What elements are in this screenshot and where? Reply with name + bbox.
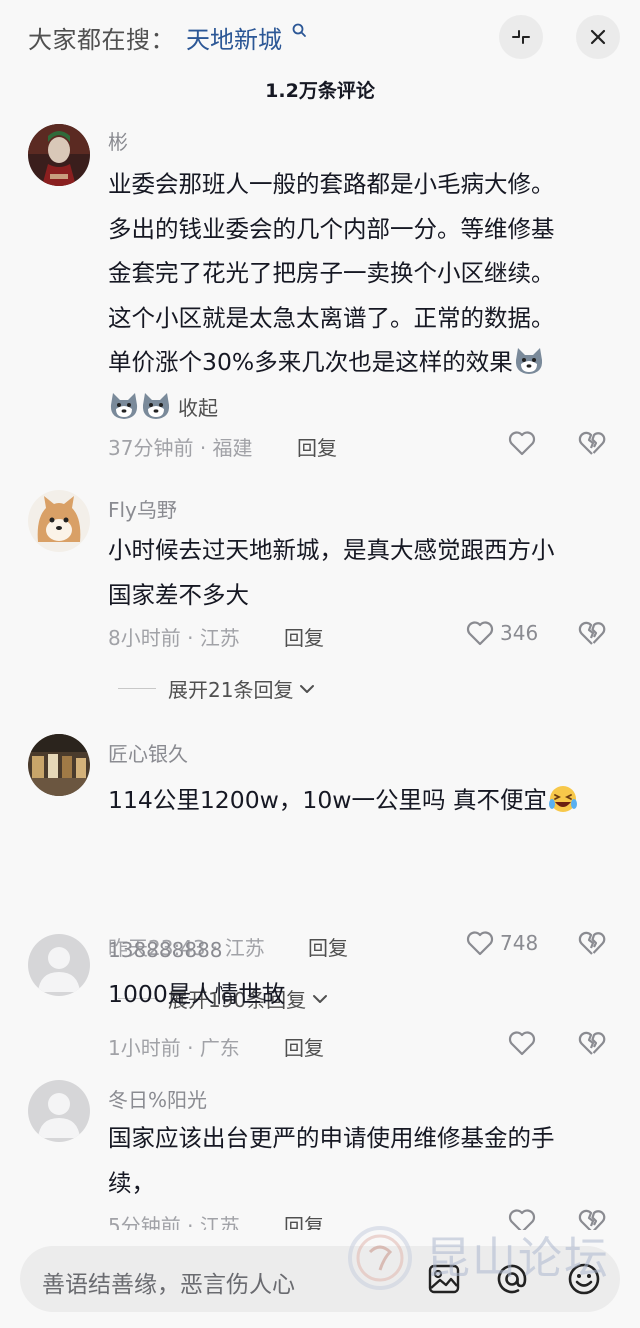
like-button[interactable]: 748 (466, 930, 538, 956)
reply-button[interactable]: 回复 (297, 432, 337, 461)
like-count: 748 (500, 931, 539, 955)
reply-button[interactable]: 回复 (284, 1032, 324, 1061)
avatar[interactable] (28, 124, 90, 186)
avatar[interactable] (28, 490, 90, 552)
comment-input-bar: 善语结善缘，恶言伤人心 (0, 1230, 640, 1328)
comment-meta: 37分钟前 · 福建 (108, 436, 253, 460)
broken-heart-icon (578, 621, 606, 645)
heart-icon (466, 621, 494, 646)
husky-emoji-icon (110, 392, 138, 419)
close-icon (590, 29, 606, 45)
husky-emoji-icon (515, 348, 542, 374)
heart-icon (508, 431, 536, 456)
chevron-down-icon (300, 684, 315, 693)
comment-time: 37分钟前 (108, 436, 194, 460)
dislike-button[interactable] (578, 430, 606, 460)
like-button[interactable] (508, 430, 536, 456)
like-count: 346 (500, 621, 539, 645)
divider (118, 688, 156, 689)
broken-heart-icon (578, 431, 606, 455)
comment-time: 8小时前 (108, 626, 181, 650)
broken-heart-icon (578, 1031, 606, 1055)
broken-heart-icon (578, 931, 606, 955)
comment-location: 广东 (199, 1036, 240, 1060)
collapse-button[interactable] (499, 15, 543, 59)
at-icon[interactable] (492, 1259, 532, 1299)
search-suggestion-prefix: 大家都在搜： (28, 26, 175, 54)
reply-button[interactable]: 回复 (308, 932, 348, 961)
heart-icon (466, 931, 494, 956)
like-button[interactable]: 346 (466, 620, 538, 646)
comment-location: 江苏 (199, 626, 240, 650)
comment-username[interactable]: Fly乌野 (108, 494, 177, 523)
comment-meta: 1小时前 · 广东 (108, 1036, 240, 1060)
expand-replies-button[interactable]: 展开21条回复 (118, 674, 317, 703)
avatar[interactable] (28, 734, 90, 796)
collapse-text-button[interactable]: 收起 (178, 396, 218, 420)
dislike-button[interactable] (578, 1030, 606, 1060)
heart-icon (508, 1031, 536, 1056)
comment-username[interactable]: 匠心银久 (108, 738, 188, 767)
comment-location: 江苏 (224, 936, 265, 960)
search-suggestion-bar[interactable]: 大家都在搜： 天地新城 (0, 0, 640, 72)
collapse-icon (512, 30, 530, 44)
avatar[interactable] (28, 1080, 90, 1142)
comment-text: 114公里1200w，10w一公里吗 真不便宜 (108, 778, 608, 823)
image-icon[interactable] (424, 1259, 464, 1299)
comment-username[interactable]: 冬日%阳光 (108, 1084, 207, 1113)
comment-meta: 8小时前 · 江苏 (108, 626, 240, 650)
like-button[interactable] (508, 1030, 536, 1056)
comment-username[interactable]: 彬 (108, 126, 128, 155)
comment-count: 1.2万条评论 (265, 80, 375, 102)
husky-emoji-icon (142, 392, 170, 419)
close-button[interactable] (576, 15, 620, 59)
comment-text: 1000是人情世故 (108, 980, 286, 1008)
search-suggestion-term[interactable]: 天地新城 (186, 20, 282, 55)
laughing-emoji-icon (548, 786, 577, 812)
comment-input[interactable]: 善语结善缘，恶言伤人心 (20, 1246, 620, 1312)
comment-time: 1小时前 (108, 1036, 181, 1060)
emoji-icon[interactable] (564, 1259, 604, 1299)
avatar[interactable] (28, 934, 90, 996)
dislike-button[interactable] (578, 620, 606, 650)
dislike-button[interactable] (578, 930, 606, 960)
reply-button[interactable]: 回复 (284, 622, 324, 651)
comment-location: 福建 (212, 436, 253, 460)
comment-text: 小时候去过天地新城，是真大感觉跟西方小 国家差不多大 (108, 536, 555, 609)
comment-username[interactable]: 138888888 (108, 938, 223, 962)
search-icon (292, 23, 306, 37)
comment-text: 国家应该出台更严的申请使用维修基金的手 续， (108, 1124, 555, 1197)
comment-text: 业委会那班人一般的套路都是小毛病大修。 多出的钱业委会的几个内部一分。等维修基 … (108, 170, 555, 420)
comment-input-placeholder: 善语结善缘，恶言伤人心 (42, 1272, 295, 1298)
